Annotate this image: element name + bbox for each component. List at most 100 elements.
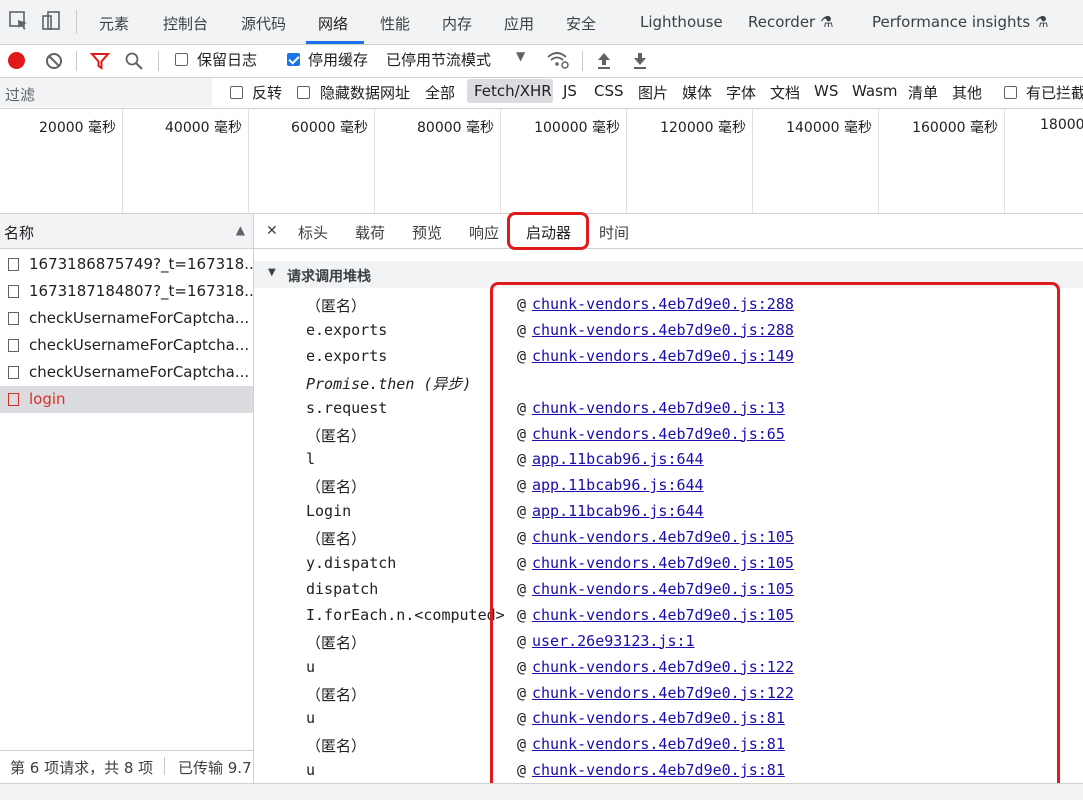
type-filter-all[interactable]: 全部 xyxy=(425,82,455,103)
filter-bar: 过滤 反转 隐藏数据网址 全部 Fetch/XHR JS CSS 图片 媒体 字… xyxy=(0,78,1083,109)
tab-response[interactable]: 响应 xyxy=(469,222,499,243)
function-name: u xyxy=(306,709,316,728)
function-name: s.request xyxy=(306,398,388,417)
record-icon[interactable] xyxy=(8,52,25,69)
checkbox-box[interactable] xyxy=(1004,86,1017,99)
timeline-column: 18000 xyxy=(1004,109,1083,213)
async-boundary-label: Promise.then (异步) xyxy=(306,374,472,393)
request-row[interactable]: checkUsernameForCaptcha... xyxy=(0,305,253,332)
function-name: u xyxy=(306,761,316,780)
function-name: I.forEach.n.<computed> xyxy=(306,605,505,624)
network-conditions-icon[interactable] xyxy=(546,50,570,70)
request-name: checkUsernameForCaptcha... xyxy=(29,363,250,381)
tab-console[interactable]: 控制台 xyxy=(163,13,208,34)
type-filter-font[interactable]: 字体 xyxy=(726,82,756,103)
divider xyxy=(582,51,583,71)
function-name: （匿名） xyxy=(306,297,367,315)
clear-icon[interactable] xyxy=(44,51,64,71)
checkbox-checked[interactable] xyxy=(287,53,300,66)
type-filter-js[interactable]: JS xyxy=(563,82,577,100)
file-icon xyxy=(8,366,19,379)
close-icon[interactable]: ✕ xyxy=(266,223,278,239)
request-row[interactable]: 1673186875749?_t=167318... xyxy=(0,251,253,278)
tab-lighthouse[interactable]: Lighthouse xyxy=(640,13,723,31)
request-name: 1673186875749?_t=167318... xyxy=(29,255,253,273)
detail-tabs: ✕ 标头 载荷 预览 响应 启动器 时间 xyxy=(254,214,1083,249)
checkbox-box[interactable] xyxy=(297,86,310,99)
inspect-element-icon[interactable] xyxy=(8,10,30,32)
function-name: e.exports xyxy=(306,320,388,339)
type-filter-fetch-xhr[interactable]: Fetch/XHR xyxy=(474,82,552,100)
filter-icon[interactable] xyxy=(90,51,110,71)
export-har-icon[interactable] xyxy=(632,51,648,71)
import-har-icon[interactable] xyxy=(596,51,612,71)
highlight-box-initiator-tab xyxy=(507,212,589,250)
search-icon[interactable] xyxy=(124,51,144,71)
tab-application[interactable]: 应用 xyxy=(504,13,534,34)
tab-recorder[interactable]: Recorder ⚗ xyxy=(748,13,833,31)
throttle-select[interactable]: 已停用节流模式 xyxy=(386,49,491,70)
timeline-tick: 80000 毫秒 xyxy=(417,120,494,136)
hide-data-urls-checkbox[interactable] xyxy=(297,84,310,102)
blocked-checkbox[interactable] xyxy=(1004,84,1017,102)
timeline-overview[interactable]: 20000 毫秒 40000 毫秒 60000 毫秒 80000 毫秒 1000… xyxy=(0,109,1083,214)
chevron-down-icon[interactable]: ▼ xyxy=(516,49,525,63)
type-filter-manifest[interactable]: 清单 xyxy=(908,82,938,103)
request-row[interactable]: checkUsernameForCaptcha... xyxy=(0,359,253,386)
type-filter-media[interactable]: 媒体 xyxy=(682,82,712,103)
sort-ascending-icon[interactable]: ▲ xyxy=(236,223,245,237)
request-name: checkUsernameForCaptcha... xyxy=(29,309,250,327)
timeline-tick: 100000 毫秒 xyxy=(534,120,620,136)
triangle-down-icon[interactable]: ▼ xyxy=(268,267,276,278)
tab-sources[interactable]: 源代码 xyxy=(241,13,286,34)
function-name: （匿名） xyxy=(306,530,367,549)
tab-memory[interactable]: 内存 xyxy=(442,13,472,34)
invert-checkbox[interactable] xyxy=(230,84,243,102)
tab-elements[interactable]: 元素 xyxy=(99,13,129,34)
tab-preview[interactable]: 预览 xyxy=(412,222,442,243)
request-row[interactable]: checkUsernameForCaptcha... xyxy=(0,332,253,359)
type-filter-doc[interactable]: 文档 xyxy=(770,82,800,103)
disable-cache-checkbox[interactable] xyxy=(287,51,300,69)
function-name: （匿名） xyxy=(306,737,367,756)
type-filter-css[interactable]: CSS xyxy=(594,82,624,100)
type-filter-other[interactable]: 其他 xyxy=(952,82,982,103)
request-row[interactable]: 1673187184807?_t=167318... xyxy=(0,278,253,305)
type-filter-img[interactable]: 图片 xyxy=(638,82,668,103)
tab-network[interactable]: 网络 xyxy=(318,13,348,34)
timeline-tick: 160000 毫秒 xyxy=(912,120,998,136)
tab-performance-insights[interactable]: Performance insights ⚗ xyxy=(872,13,1048,31)
file-icon xyxy=(8,393,19,406)
function-name: l xyxy=(306,450,316,469)
type-filter-ws[interactable]: WS xyxy=(814,82,838,100)
divider xyxy=(76,10,77,34)
function-name: e.exports xyxy=(306,346,388,365)
type-filter-wasm[interactable]: Wasm xyxy=(852,82,898,100)
function-name: Login xyxy=(306,502,352,521)
request-row-selected[interactable]: login xyxy=(0,386,253,413)
file-icon xyxy=(8,285,19,298)
tab-timing[interactable]: 时间 xyxy=(599,222,629,243)
timeline-column: 120000 毫秒 xyxy=(626,109,753,213)
request-detail-panel: ✕ 标头 载荷 预览 响应 启动器 时间 ▼ 请求调用堆栈 （匿名） @ chunk… xyxy=(254,212,1083,799)
tab-security[interactable]: 安全 xyxy=(566,13,596,34)
column-name-header[interactable]: 名称 xyxy=(4,222,34,243)
hide-data-urls-label: 隐藏数据网址 xyxy=(320,84,411,102)
device-toolbar-icon[interactable] xyxy=(40,10,62,32)
active-tab-indicator xyxy=(306,41,364,44)
network-toolbar: 保留日志 停用缓存 已停用节流模式 ▼ xyxy=(0,45,1083,78)
tab-payload[interactable]: 载荷 xyxy=(355,222,385,243)
timeline-column: 80000 毫秒 xyxy=(374,109,501,213)
tab-performance[interactable]: 性能 xyxy=(380,13,410,34)
request-list-panel: 名称 ▲ 1673186875749?_t=167318... 16731871… xyxy=(0,214,254,799)
blocked-label: 有已拦截 xyxy=(1026,84,1083,102)
timeline-column: 60000 毫秒 xyxy=(248,109,375,213)
preserve-log-checkbox[interactable] xyxy=(175,51,188,69)
checkbox-box[interactable] xyxy=(230,86,243,99)
function-name: （匿名） xyxy=(306,685,367,704)
timeline-tick: 20000 毫秒 xyxy=(39,120,116,136)
tab-headers[interactable]: 标头 xyxy=(298,222,328,243)
checkbox-box[interactable] xyxy=(175,53,188,66)
function-name: （匿名） xyxy=(306,426,367,445)
request-list-header[interactable]: 名称 ▲ xyxy=(0,214,253,249)
